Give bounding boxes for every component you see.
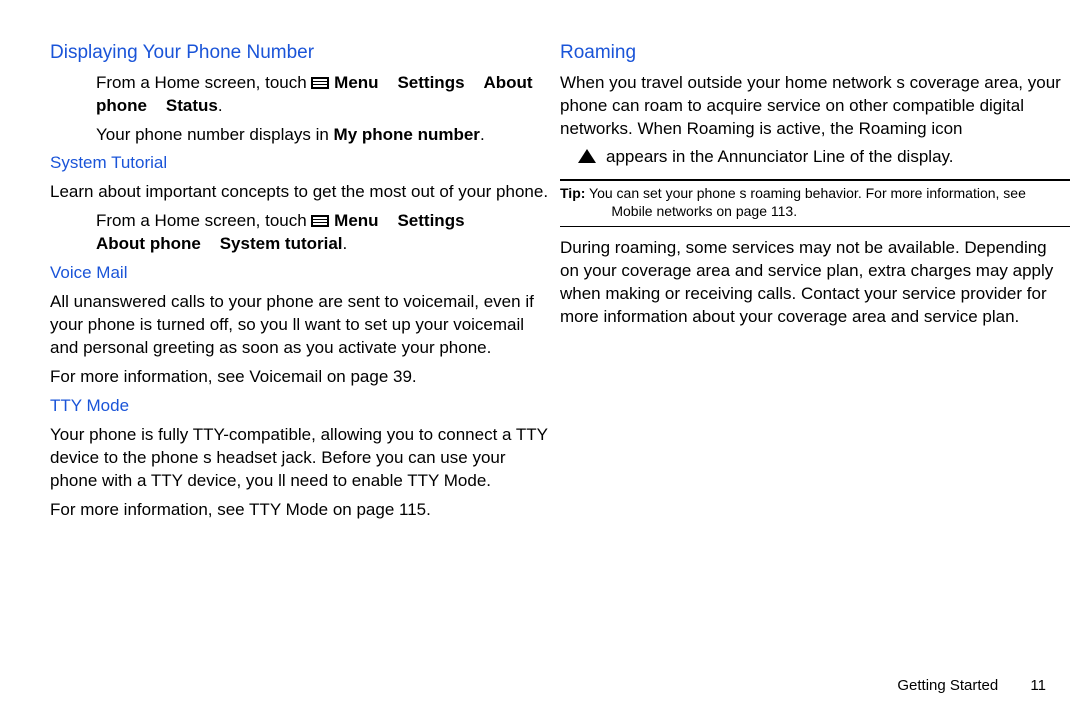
footer-page-number: 11 bbox=[1030, 677, 1046, 694]
heading-roaming: Roaming bbox=[560, 40, 1070, 66]
period: . bbox=[480, 125, 485, 144]
bold-settings: Settings bbox=[397, 211, 464, 230]
tip-text: You can set your phone s roaming behavio… bbox=[589, 185, 1026, 201]
text: appears in the Annunciator Line of the d… bbox=[606, 147, 953, 166]
heading-voice-mail: Voice Mail bbox=[50, 262, 550, 285]
bold-about-phone: About phone bbox=[96, 234, 201, 253]
period: . bbox=[218, 96, 223, 115]
text: on page 39. bbox=[322, 367, 417, 386]
step-system-tutorial: From a Home screen, touch Menu Settings … bbox=[50, 210, 550, 256]
paragraph-voicemail-ref: For more information, see Voicemail on p… bbox=[50, 366, 550, 389]
paragraph-voicemail: All unanswered calls to your phone are s… bbox=[50, 291, 550, 360]
tip-text: on page 113. bbox=[713, 203, 798, 219]
bold-my-phone-number: My phone number bbox=[334, 125, 480, 144]
bold-settings: Settings bbox=[397, 73, 464, 92]
paragraph-roaming-2: During roaming, some services may not be… bbox=[560, 237, 1070, 329]
tip-ref: Mobile networks bbox=[611, 203, 712, 219]
paragraph-tutorial-intro: Learn about important concepts to get th… bbox=[50, 181, 550, 204]
text: Your phone number displays in bbox=[96, 125, 334, 144]
text: From a Home screen, touch bbox=[96, 73, 307, 92]
step-display-number: From a Home screen, touch Menu Settings … bbox=[50, 72, 550, 118]
heading-display-phone-number: Displaying Your Phone Number bbox=[50, 40, 550, 66]
text: From a Home screen, touch bbox=[96, 211, 307, 230]
heading-tty-mode: TTY Mode bbox=[50, 395, 550, 418]
page-footer: Getting Started 11 bbox=[897, 677, 1046, 694]
text: For more information, see bbox=[50, 367, 249, 386]
footer-section: Getting Started bbox=[897, 677, 998, 694]
paragraph-roaming-1: When you travel outside your home networ… bbox=[560, 72, 1070, 141]
bold-phone: phone bbox=[96, 96, 147, 115]
paragraph-roaming-icon-line: appears in the Annunciator Line of the d… bbox=[560, 146, 1070, 169]
result-display-number: Your phone number displays in My phone n… bbox=[50, 124, 550, 147]
paragraph-tty-ref: For more information, see TTY Mode on pa… bbox=[50, 499, 550, 522]
ref-voicemail: Voicemail bbox=[249, 367, 322, 386]
paragraph-tty: Your phone is fully TTY-compatible, allo… bbox=[50, 424, 550, 493]
tip-label: Tip: bbox=[560, 185, 585, 201]
menu-icon bbox=[311, 77, 329, 89]
bold-menu: Menu bbox=[334, 73, 378, 92]
triangle-up-icon bbox=[578, 149, 596, 163]
right-column: Roaming When you travel outside your hom… bbox=[560, 36, 1070, 528]
divider-thick bbox=[560, 179, 1070, 181]
text-contact: Contact bbox=[801, 284, 860, 303]
text: on page 115. bbox=[328, 500, 431, 519]
tip-roaming: Tip: You can set your phone s roaming be… bbox=[560, 185, 1070, 220]
divider-thin bbox=[560, 226, 1070, 227]
text: For more information, see bbox=[50, 500, 249, 519]
bold-status: Status bbox=[166, 96, 218, 115]
heading-system-tutorial: System Tutorial bbox=[50, 152, 550, 175]
bold-menu: Menu bbox=[334, 211, 378, 230]
left-column: Displaying Your Phone Number From a Home… bbox=[50, 36, 550, 528]
period: . bbox=[343, 234, 348, 253]
ref-tty: TTY Mode bbox=[249, 500, 328, 519]
bold-system-tutorial: System tutorial bbox=[220, 234, 343, 253]
menu-icon bbox=[311, 215, 329, 227]
bold-about: About bbox=[483, 73, 532, 92]
